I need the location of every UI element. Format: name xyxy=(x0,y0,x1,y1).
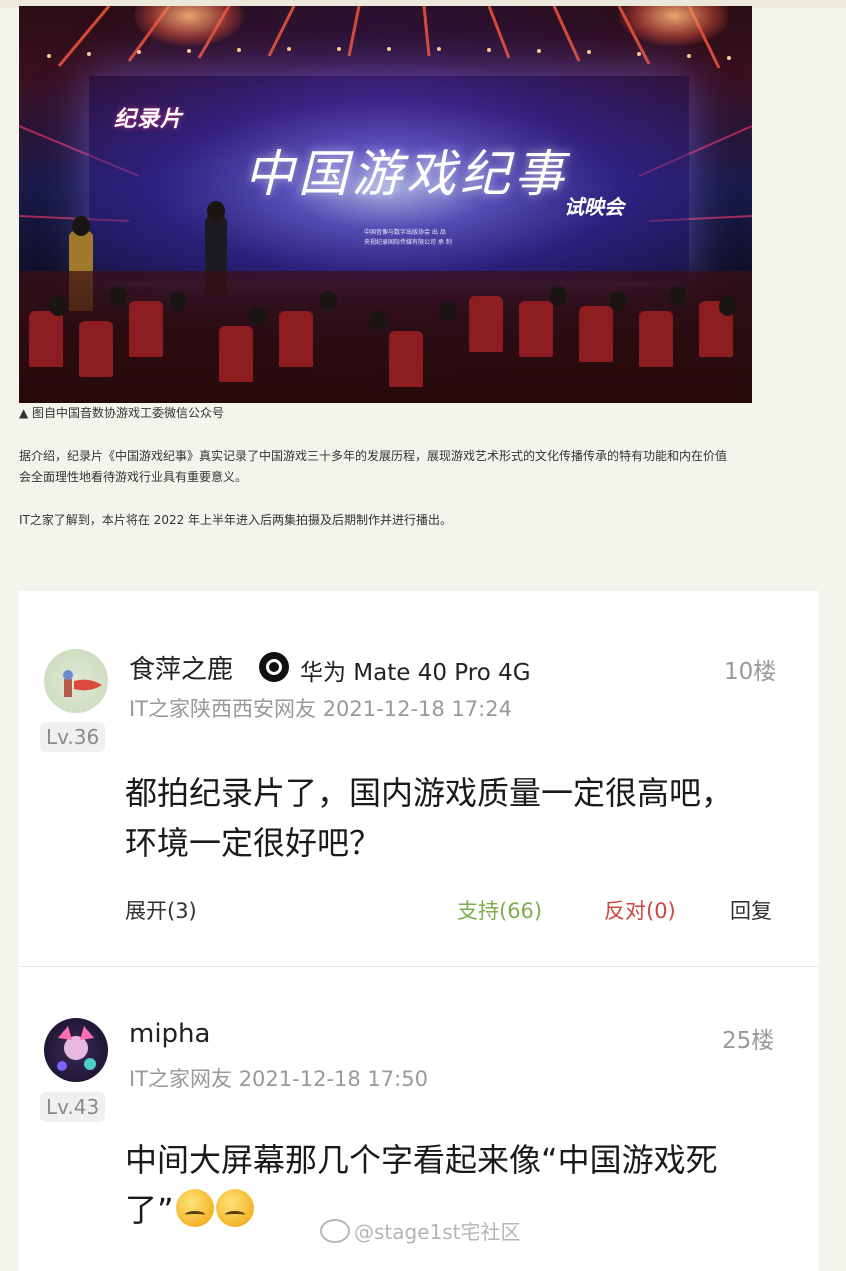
comment-username[interactable]: mipha xyxy=(129,1019,210,1049)
device-brand-icon xyxy=(259,652,289,682)
comment-text-line-2: 了” xyxy=(125,1191,174,1229)
comment-floor: 25楼 xyxy=(722,1028,775,1054)
presenter-left-head xyxy=(72,216,90,236)
expand-replies-button[interactable]: 展开(3) xyxy=(125,895,197,925)
watermark: @stage1st宅社区 xyxy=(320,1216,521,1245)
comment-text: 都拍纪录片了，国内游戏质量一定很高吧， 环境一定很好吧？ xyxy=(125,768,733,868)
user-level-badge: Lv.43 xyxy=(40,1092,106,1122)
avatar-image xyxy=(63,670,102,697)
article-paragraph-1-line-1: 据介绍，纪录片《中国游戏纪事》真实记录了中国游戏三十多年的发展历程，展现游戏艺术… xyxy=(19,449,728,463)
article-paragraph-2: IT之家了解到，本片将在 2022 年上半年进入后两集拍摄及后期制作并进行播出。 xyxy=(19,513,453,527)
oppose-button[interactable]: 反对(0) xyxy=(604,895,676,925)
comment-username[interactable]: 食萍之鹿 xyxy=(129,649,233,686)
photo-big-title: 中国游戏纪事 xyxy=(244,145,568,203)
comment-text-line-1: 中间大屏幕那几个字看起来像“中国游戏死 xyxy=(125,1141,718,1179)
photo-caption: ▲ 图自中国音数协游戏工委微信公众号 xyxy=(19,406,225,420)
thinking-emoji-icon xyxy=(215,1189,254,1227)
photo-doc-label: 纪录片 xyxy=(114,107,184,132)
watermark-text: @stage1st宅社区 xyxy=(354,1220,521,1244)
comment-meta: IT之家网友 2021-12-18 17:50 xyxy=(129,1067,428,1091)
thinking-emoji-icon xyxy=(175,1189,214,1227)
user-level-badge: Lv.36 xyxy=(40,722,106,752)
comments-card: Lv.36 食萍之鹿 华为 Mate 40 Pro 4G 10楼 IT之家陕西西… xyxy=(19,591,819,1271)
reply-button[interactable]: 回复 xyxy=(730,895,772,925)
support-button[interactable]: 支持(66) xyxy=(457,895,542,925)
comment-meta: IT之家陕西西安网友 2021-12-18 17:24 xyxy=(129,697,512,721)
avatar-image xyxy=(57,1026,96,1071)
photo-subtitle: 试映会 xyxy=(564,195,624,219)
comment-text-line-2: 环境一定很好吧？ xyxy=(125,824,382,862)
presenter-right-head xyxy=(207,201,225,221)
avatar[interactable] xyxy=(44,1018,108,1082)
photo-credit-2: 央视纪录国际传媒有限公司 承 制 xyxy=(364,239,452,246)
comment-device: 华为 Mate 40 Pro 4G xyxy=(300,660,531,686)
article-paragraph-1-line-2: 会全面理性地看待游戏行业具有重要意义。 xyxy=(19,470,248,484)
photo-credit-1: 中国音像与数字出版协会 出 品 xyxy=(364,229,446,236)
event-photo: 纪录片 中国游戏纪事 试映会 中国音像与数字出版协会 出 品 央视纪录国际传媒有… xyxy=(19,6,752,403)
audience xyxy=(19,271,752,403)
comment-divider xyxy=(19,966,819,967)
comment-text-line-1: 都拍纪录片了，国内游戏质量一定很高吧， xyxy=(125,774,734,812)
weibo-icon xyxy=(320,1219,350,1243)
comment-floor: 10楼 xyxy=(724,659,777,685)
avatar[interactable] xyxy=(44,649,108,713)
